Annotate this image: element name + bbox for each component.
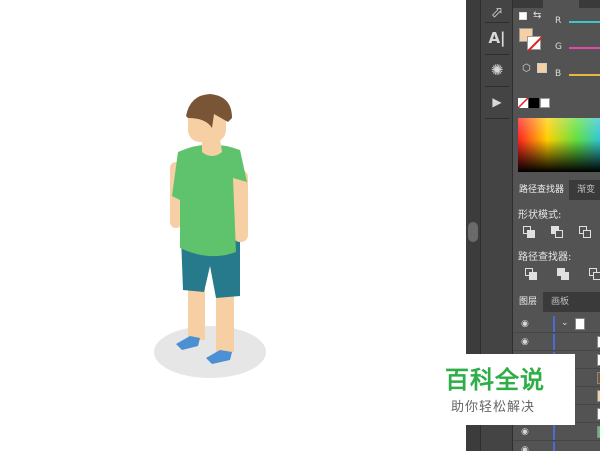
channel-label-b: B bbox=[555, 69, 562, 79]
layer-color-bar bbox=[553, 424, 555, 440]
tool-divider bbox=[485, 86, 509, 87]
visibility-eye-icon[interactable]: ◉ bbox=[521, 445, 531, 451]
cube-icon[interactable]: ⬡ bbox=[522, 63, 531, 74]
tool-divider bbox=[485, 54, 509, 55]
divide-icon[interactable] bbox=[525, 268, 537, 280]
type-align-icon[interactable]: A| bbox=[485, 26, 509, 50]
layer-color-bar bbox=[553, 316, 555, 332]
merge-icon[interactable] bbox=[589, 268, 600, 280]
channel-slider-b[interactable] bbox=[569, 74, 600, 76]
channel-slider-g[interactable] bbox=[569, 47, 600, 49]
swap-colors-icon[interactable]: ⇆ bbox=[533, 10, 541, 21]
minus-front-icon[interactable] bbox=[551, 226, 563, 238]
watermark-subtitle: 助你轻松解决 bbox=[451, 400, 536, 415]
unite-icon[interactable] bbox=[523, 226, 535, 238]
visibility-eye-icon[interactable]: ◉ bbox=[521, 337, 531, 347]
tool-divider bbox=[485, 22, 509, 23]
play-icon[interactable]: ▶ bbox=[485, 90, 509, 114]
layer-row[interactable]: ◉ bbox=[513, 424, 600, 441]
layer-color-bar bbox=[553, 334, 555, 350]
watermark-title: 百科全说 bbox=[445, 366, 545, 394]
layer-row[interactable]: ◉ bbox=[513, 334, 600, 351]
color-spectrum[interactable] bbox=[518, 118, 600, 172]
layers-tabstrip: 图层 画板 bbox=[513, 292, 600, 312]
artboard-canvas[interactable] bbox=[0, 0, 466, 451]
intersect-icon[interactable] bbox=[579, 226, 591, 238]
black-swatch[interactable] bbox=[529, 98, 539, 108]
tab-pathfinder[interactable]: 路径查找器 bbox=[513, 180, 569, 200]
tab-artboards[interactable]: 画板 bbox=[551, 292, 581, 312]
visibility-eye-icon[interactable]: ◉ bbox=[521, 427, 531, 437]
watermark-logo: 百科全说 助你轻松解决 bbox=[419, 354, 575, 425]
channel-label-g: G bbox=[555, 42, 562, 52]
none-swatch[interactable] bbox=[518, 98, 528, 108]
pathfinders-label: 路径查找器: bbox=[518, 252, 572, 263]
color-panel-tabstrip bbox=[513, 0, 600, 8]
trim-icon[interactable] bbox=[557, 268, 569, 280]
tab-gradient[interactable]: 渐变 bbox=[577, 180, 600, 200]
expand-chevron-icon[interactable]: ⌄ bbox=[561, 318, 569, 328]
color-tab[interactable] bbox=[543, 0, 579, 8]
channel-slider-r[interactable] bbox=[569, 21, 600, 23]
sun-icon[interactable]: ✺ bbox=[485, 58, 509, 82]
layer-row[interactable]: ◉ bbox=[513, 442, 600, 451]
tab-layers[interactable]: 图层 bbox=[513, 292, 543, 312]
ground-shadow bbox=[154, 326, 266, 378]
visibility-eye-icon[interactable]: ◉ bbox=[521, 319, 531, 329]
scrollbar-thumb[interactable] bbox=[468, 222, 478, 242]
layer-row[interactable]: ◉ ⌄ bbox=[513, 316, 600, 333]
artboard-export-icon[interactable]: ⬀ bbox=[485, 0, 509, 24]
illustration bbox=[154, 94, 266, 378]
default-colors-icon[interactable] bbox=[519, 12, 527, 20]
shape-modes-label: 形状模式: bbox=[518, 210, 562, 221]
stroke-color-box[interactable] bbox=[527, 36, 542, 51]
pathfinder-tabstrip: 路径查找器 渐变 bbox=[513, 180, 600, 200]
layer-thumbnail bbox=[575, 318, 585, 330]
layer-color-bar bbox=[553, 442, 555, 451]
channel-label-r: R bbox=[555, 16, 562, 26]
swatch-preview[interactable] bbox=[537, 63, 547, 73]
tool-divider bbox=[485, 118, 509, 119]
white-swatch[interactable] bbox=[540, 98, 550, 108]
